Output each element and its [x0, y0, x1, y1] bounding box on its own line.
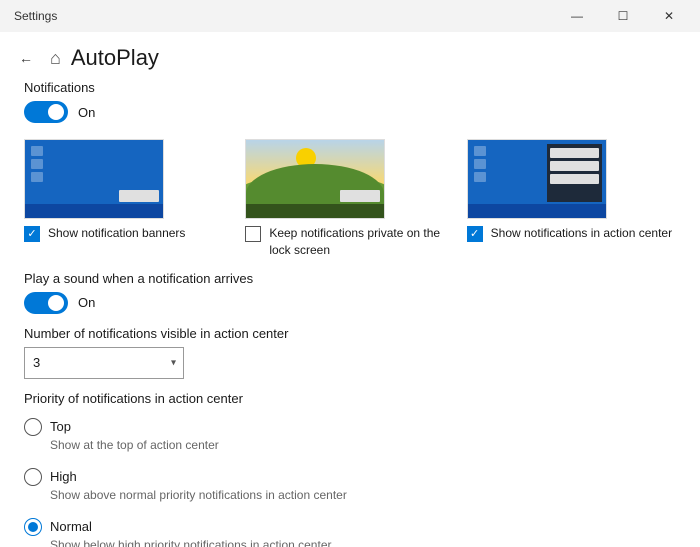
priority-label: Priority of notifications in action cent… — [24, 391, 676, 406]
app-body: ← ⌂ AutoPlay Notifications On — [0, 32, 700, 547]
desktop-icons-3 — [474, 146, 486, 182]
close-button[interactable]: ✕ — [646, 0, 692, 32]
maximize-button[interactable]: ☐ — [600, 0, 646, 32]
action-notif-1 — [550, 148, 599, 158]
preview-img-banners — [24, 139, 164, 219]
radio-label-normal: Normal — [50, 519, 92, 534]
checkbox-label-banners: Show notification banners — [48, 225, 185, 242]
notifications-toggle[interactable] — [24, 101, 68, 123]
taskbar-sim-3 — [468, 204, 606, 218]
page-title: AutoPlay — [71, 45, 159, 71]
desktop-icon — [31, 172, 43, 182]
radio-sublabel-normal: Show below high priority notifications i… — [50, 538, 676, 547]
radio-item-normal: Normal Show below high priority notifica… — [24, 510, 676, 547]
sound-label: Play a sound when a notification arrives — [24, 271, 676, 286]
radio-high[interactable] — [24, 468, 42, 486]
notifications-section: Notifications On — [24, 80, 676, 123]
checkbox-banners[interactable] — [24, 226, 40, 242]
radio-row-normal: Normal — [24, 518, 676, 536]
checkbox-label-lock: Keep notifications private on the lock s… — [269, 225, 454, 259]
back-button[interactable]: ← — [12, 44, 40, 72]
action-notif-3 — [550, 174, 599, 184]
action-notif-2 — [550, 161, 599, 171]
preview-row: Show notification banners — [24, 139, 676, 259]
taskbar-sim — [25, 204, 163, 218]
radio-top[interactable] — [24, 418, 42, 436]
checkbox-label-action: Show notifications in action center — [491, 225, 672, 242]
sound-section: Play a sound when a notification arrives… — [24, 271, 676, 314]
desktop-icon — [31, 146, 43, 156]
preview-item-action: Show notifications in action center — [467, 139, 676, 259]
count-section: Number of notifications visible in actio… — [24, 326, 676, 379]
count-label: Number of notifications visible in actio… — [24, 326, 676, 341]
radio-row-high: High — [24, 468, 676, 486]
body-content: Notifications On — [0, 80, 700, 547]
checkbox-item-lock: Keep notifications private on the lock s… — [245, 225, 454, 259]
preview-item-lock: Keep notifications private on the lock s… — [245, 139, 454, 259]
checkbox-item-banners: Show notification banners — [24, 225, 185, 242]
page-header: ← ⌂ AutoPlay — [0, 32, 700, 80]
desktop-icon — [474, 146, 486, 156]
notifications-toggle-label: On — [78, 105, 95, 120]
desktop-icons-1 — [31, 146, 43, 182]
sound-toggle[interactable] — [24, 292, 68, 314]
preview-img-action — [467, 139, 607, 219]
checkbox-action[interactable] — [467, 226, 483, 242]
count-dropdown[interactable]: 1 3 5 10 20 — [24, 347, 184, 379]
desktop-icon — [474, 159, 486, 169]
priority-section: Priority of notifications in action cent… — [24, 391, 676, 547]
checkbox-lock[interactable] — [245, 226, 261, 242]
titlebar-title: Settings — [14, 9, 57, 23]
radio-item-top: Top Show at the top of action center — [24, 410, 676, 460]
home-icon[interactable]: ⌂ — [50, 48, 61, 69]
preview-item-banners: Show notification banners — [24, 139, 233, 259]
radio-label-top: Top — [50, 419, 71, 434]
radio-sublabel-top: Show at the top of action center — [50, 438, 676, 452]
titlebar: Settings — ☐ ✕ — [0, 0, 700, 32]
priority-radio-group: Top Show at the top of action center Hig… — [24, 410, 676, 547]
count-dropdown-wrapper: 1 3 5 10 20 ▾ — [24, 347, 184, 379]
content-area: ← ⌂ AutoPlay Notifications On — [0, 32, 700, 547]
sound-toggle-row: On — [24, 292, 676, 314]
notif-banner-sim-2 — [340, 190, 380, 202]
notifications-label: Notifications — [24, 80, 676, 95]
desktop-icon — [31, 159, 43, 169]
minimize-button[interactable]: — — [554, 0, 600, 32]
radio-label-high: High — [50, 469, 77, 484]
notif-banner-sim — [119, 190, 159, 202]
radio-item-high: High Show above normal priority notifica… — [24, 460, 676, 510]
sound-toggle-label: On — [78, 295, 95, 310]
checkbox-item-action: Show notifications in action center — [467, 225, 672, 242]
notifications-toggle-row: On — [24, 101, 676, 123]
radio-row-top: Top — [24, 418, 676, 436]
desktop-icon — [474, 172, 486, 182]
radio-normal[interactable] — [24, 518, 42, 536]
preview-img-lock — [245, 139, 385, 219]
taskbar-sim-2 — [246, 204, 384, 218]
action-panel-sim — [547, 144, 602, 202]
radio-sublabel-high: Show above normal priority notifications… — [50, 488, 676, 502]
titlebar-controls: — ☐ ✕ — [554, 0, 692, 32]
